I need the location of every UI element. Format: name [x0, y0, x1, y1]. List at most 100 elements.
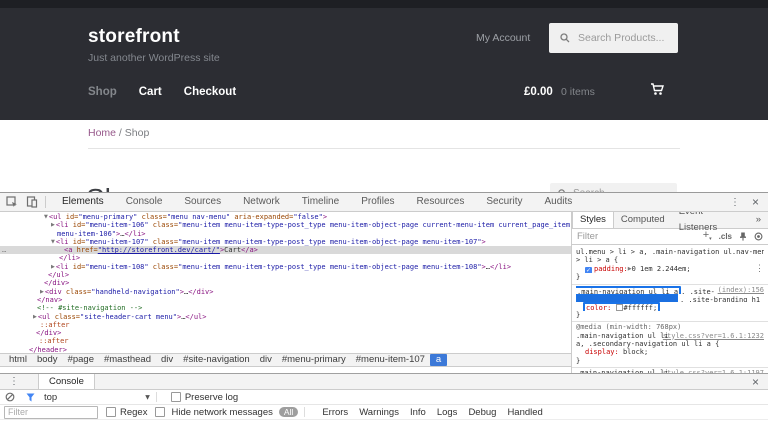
devtools-toolbar: ElementsConsoleSourcesNetworkTimelinePro…	[0, 193, 768, 212]
crumb-menu-primary[interactable]: #menu-primary	[277, 354, 351, 366]
console-level-errors[interactable]: Errors	[322, 407, 348, 418]
site-title[interactable]: storefront	[88, 26, 220, 48]
dom-tree-node[interactable]: ▶<div class="handheld-navigation">…</div…	[0, 288, 571, 296]
breadcrumb-current: Shop	[125, 127, 150, 139]
sidebar-tab--[interactable]: »	[749, 212, 768, 228]
dom-tree-node[interactable]: ▼<ul id="menu-primary" class="menu nav-m…	[0, 213, 571, 221]
dom-tree-selected-node[interactable]: …<a href="http://storefront.dev/cart/">C…	[0, 246, 571, 254]
crumb-page[interactable]: #page	[63, 354, 99, 366]
crumb-div[interactable]: div	[156, 354, 178, 366]
site-branding[interactable]: storefront Just another WordPress site	[88, 26, 220, 64]
dom-tree-node[interactable]: ▼<li id="menu-item-107" class="menu-item…	[0, 238, 571, 246]
breadcrumb-home-link[interactable]: Home	[88, 127, 116, 139]
console-level-info[interactable]: Info	[410, 407, 426, 418]
dom-tree-node[interactable]: menu-item-106">…</li>	[0, 230, 571, 238]
crumb-masthead[interactable]: #masthead	[99, 354, 156, 366]
sidebar-tab-styles[interactable]: Styles	[572, 212, 614, 228]
console-level-debug[interactable]: Debug	[468, 407, 496, 418]
css-media-rule[interactable]: @media (min-width: 768px) style.css?ver=…	[572, 322, 768, 368]
devtools-tab-audits[interactable]: Audits	[533, 193, 583, 211]
filter-funnel-icon[interactable]	[22, 389, 38, 405]
preserve-log-label: Preserve log	[185, 392, 238, 403]
console-level-filters: Errors Warnings Info Logs Debug Handled	[311, 407, 543, 418]
product-search-input[interactable]: Search Products...	[549, 23, 678, 53]
dom-tree-node[interactable]: ▶<li id="menu-item-108" class="menu-item…	[0, 263, 571, 271]
styles-toolbar: Filter +▾ .cls	[572, 229, 768, 245]
element-classes-icon[interactable]: .cls	[719, 232, 732, 241]
devtools-tab-elements[interactable]: Elements	[51, 193, 115, 211]
dom-tree-node[interactable]: </div>	[0, 329, 571, 337]
crumb-html[interactable]: html	[4, 354, 32, 366]
chevron-down-icon[interactable]: ▼	[145, 394, 150, 401]
cart-icon[interactable]	[650, 83, 664, 101]
crumb-menu-item-107[interactable]: #menu-item-107	[351, 354, 430, 366]
devtools-close-icon[interactable]: ×	[749, 195, 768, 209]
devtools-tab-console[interactable]: Console	[115, 193, 174, 211]
filter-all-pill[interactable]: All	[279, 407, 298, 417]
nav-item-checkout[interactable]: Checkout	[184, 86, 236, 98]
window-top-strip	[0, 0, 768, 8]
preserve-log-checkbox[interactable]	[171, 392, 181, 402]
execution-context-select[interactable]: top	[44, 392, 57, 403]
my-account-link[interactable]: My Account	[476, 32, 530, 44]
regex-label: Regex	[120, 407, 147, 418]
console-level-warnings[interactable]: Warnings	[359, 407, 399, 418]
crumb-site-navigation[interactable]: #site-navigation	[178, 354, 255, 366]
styles-filter-input[interactable]: Filter	[577, 231, 703, 242]
color-swatch[interactable]	[616, 304, 623, 310]
sidebar-search-input[interactable]: Search ...	[550, 183, 677, 192]
crumb-div[interactable]: div	[255, 354, 277, 366]
sidebar-tab-computed[interactable]: Computed	[614, 212, 672, 228]
css-rule-highlighted[interactable]: (index):156.main-navigation ul li a, .si…	[572, 285, 768, 323]
dom-tree-node[interactable]: ▶<li id="menu-item-106" class="menu-item…	[0, 221, 571, 229]
dom-tree-node[interactable]: </nav>	[0, 296, 571, 304]
css-property[interactable]: display: block;	[576, 348, 764, 356]
css-property[interactable]: ✓padding:▶0 1em 2.244em;	[576, 265, 764, 273]
dom-tree-node[interactable]: </ul>	[0, 271, 571, 279]
devtools-tab-security[interactable]: Security	[475, 193, 533, 211]
console-level-handled[interactable]: Handled	[507, 407, 542, 418]
pin-icon[interactable]	[739, 228, 747, 246]
devtools-tab-timeline[interactable]: Timeline	[291, 193, 350, 211]
console-filter-input[interactable]	[4, 406, 98, 419]
dom-tree-node[interactable]: <!-- #site-navigation -->	[0, 304, 571, 312]
drawer-close-icon[interactable]: ×	[749, 375, 768, 389]
regex-checkbox[interactable]	[106, 407, 116, 417]
inspect-element-icon[interactable]	[4, 194, 20, 210]
cart-total[interactable]: £0.00 0 items	[524, 86, 595, 98]
devtools-tab-network[interactable]: Network	[232, 193, 291, 211]
devtools-tab-resources[interactable]: Resources	[406, 193, 476, 211]
devtools-tab-sources[interactable]: Sources	[173, 193, 232, 211]
devtools-window-controls: ⋮ ×	[721, 195, 768, 209]
dom-tree-node[interactable]: ▶<ul class="site-header-cart menu">…</ul…	[0, 313, 571, 321]
dom-tree-node[interactable]: ::after	[0, 337, 571, 345]
crumb-a[interactable]: a	[430, 354, 447, 366]
css-rule[interactable]: ul.menu > li > a, .main-navigation ul.na…	[572, 247, 768, 285]
css-selector: a, .secondary-navigation ul li a {	[576, 340, 764, 348]
device-toolbar-icon[interactable]	[24, 194, 40, 210]
nav-item-cart[interactable]: Cart	[139, 86, 162, 98]
new-style-rule-icon[interactable]: +▾	[703, 230, 712, 244]
dom-tree-node[interactable]: ::after	[0, 321, 571, 329]
clear-console-icon[interactable]	[2, 389, 18, 405]
element-state-icon[interactable]	[754, 228, 763, 246]
dom-tree-node[interactable]: </div>	[0, 279, 571, 287]
site-header: storefront Just another WordPress site M…	[0, 8, 768, 120]
dom-tree: ▼<ul id="menu-primary" class="menu nav-m…	[0, 212, 571, 354]
drawer-menu-icon[interactable]: ⋮	[0, 376, 28, 387]
tab-console[interactable]: Console	[38, 374, 95, 389]
rule-menu-icon[interactable]: ⋮	[755, 265, 764, 273]
css-property[interactable]: color: #ffffff;	[576, 302, 764, 310]
devtools-menu-icon[interactable]: ⋮	[721, 197, 749, 208]
styles-sidebar: StylesComputedEvent Listeners» Filter +▾…	[571, 212, 768, 373]
nav-item-shop[interactable]: Shop	[88, 86, 117, 98]
property-enabled-checkbox[interactable]: ✓	[585, 267, 592, 273]
css-source-link[interactable]: style.css?ver=1.6.1:1232	[663, 332, 764, 340]
console-level-logs[interactable]: Logs	[437, 407, 458, 418]
main-nav: Shop Cart Checkout	[88, 86, 236, 98]
devtools-tab-profiles[interactable]: Profiles	[350, 193, 405, 211]
css-source-link[interactable]: (index):156	[718, 286, 764, 294]
crumb-body[interactable]: body	[32, 354, 63, 366]
dom-tree-node[interactable]: </li>	[0, 254, 571, 262]
hide-network-checkbox[interactable]	[155, 407, 165, 417]
